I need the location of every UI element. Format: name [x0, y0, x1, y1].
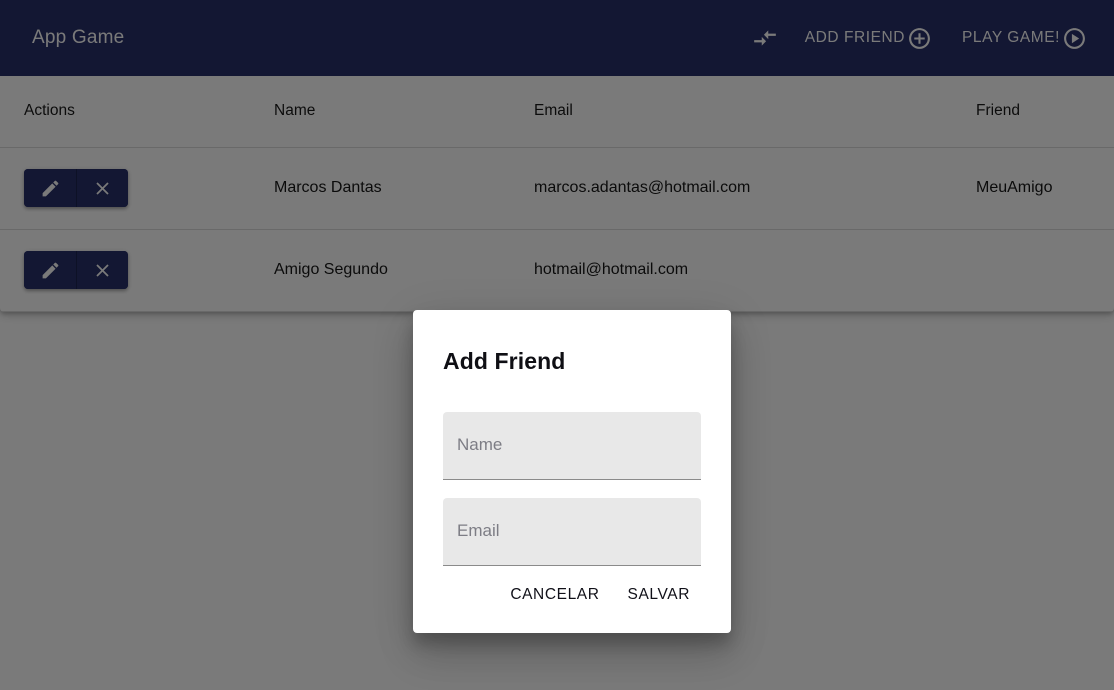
name-field[interactable] — [443, 411, 701, 480]
add-friend-dialog: Add Friend CANCELAR SALVAR — [413, 310, 731, 633]
email-field[interactable] — [443, 497, 701, 566]
email-input[interactable] — [443, 497, 701, 565]
cancel-button[interactable]: CANCELAR — [499, 578, 610, 612]
dialog-actions: CANCELAR SALVAR — [443, 578, 701, 626]
dialog-body — [443, 411, 701, 566]
name-input[interactable] — [443, 411, 701, 479]
save-button[interactable]: SALVAR — [617, 578, 701, 612]
dialog-title: Add Friend — [443, 348, 566, 374]
